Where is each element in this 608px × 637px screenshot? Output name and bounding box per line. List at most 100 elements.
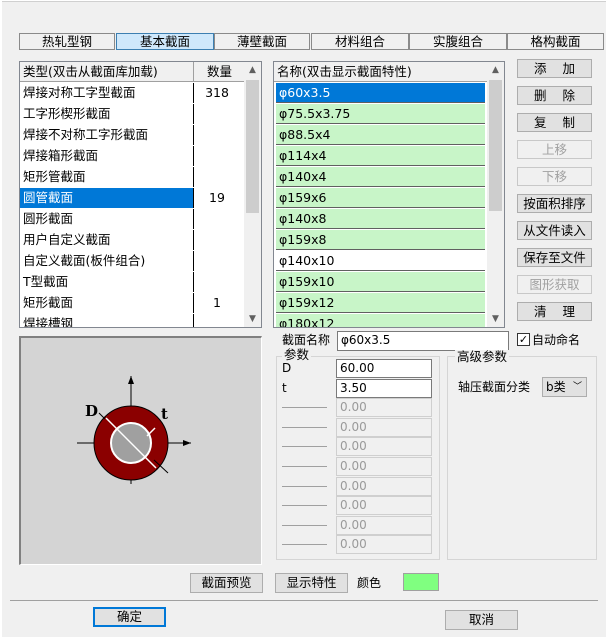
show-properties-button[interactable]: 显示特性 xyxy=(275,573,348,593)
type-list-row[interactable]: 矩形截面 1 xyxy=(20,293,244,313)
scroll-down-icon[interactable]: ▼ xyxy=(487,311,504,327)
type-name: T型截面 xyxy=(20,272,194,292)
type-count xyxy=(194,230,240,250)
window-top-edge xyxy=(0,0,608,2)
param-value-field[interactable]: 60.00 xyxy=(336,359,432,378)
section-name-row[interactable]: φ140x8 xyxy=(276,209,485,229)
delete-button[interactable]: 删 除 xyxy=(517,86,592,105)
cancel-button[interactable]: 取消 xyxy=(445,610,518,630)
tab-4[interactable]: 材料组合 xyxy=(311,33,409,50)
window-left-edge xyxy=(0,0,2,637)
param-value-field: 0.00 xyxy=(336,476,432,496)
type-list-row[interactable]: T型截面 xyxy=(20,272,244,292)
move-up-button[interactable]: 上移 xyxy=(517,140,592,159)
ok-button[interactable]: 确定 xyxy=(93,607,166,627)
tab-1[interactable]: 热轧型钢 xyxy=(19,33,115,50)
param-label: D xyxy=(282,361,292,375)
section-name-list[interactable]: 名称(双击显示截面特性) φ60x3.5 φ75.5x3.75 φ88.5x4 φ11… xyxy=(273,61,505,328)
scroll-down-icon[interactable]: ▼ xyxy=(244,311,261,327)
type-list-row[interactable]: 用户自定义截面 xyxy=(20,230,244,250)
type-name: 焊接不对称工字形截面 xyxy=(20,125,194,145)
type-name: 用户自定义截面 xyxy=(20,230,194,250)
section-name-row[interactable]: φ140x4 xyxy=(276,167,485,187)
clear-button[interactable]: 清 理 xyxy=(517,302,592,321)
param-value-field: 0.00 xyxy=(336,417,432,437)
type-list-row[interactable]: 工字形楔形截面 xyxy=(20,104,244,124)
scroll-thumb[interactable] xyxy=(246,80,259,213)
type-name: 圆管截面 xyxy=(20,188,194,208)
type-list-row[interactable]: 焊接槽钢 xyxy=(20,314,244,327)
section-name-row[interactable]: φ159x6 xyxy=(276,188,485,208)
param-value-field: 0.00 xyxy=(336,398,432,418)
param-value-field[interactable]: 3.50 xyxy=(336,378,432,398)
type-count xyxy=(194,251,240,271)
type-list-row[interactable]: 焊接不对称工字形截面 xyxy=(20,125,244,145)
color-swatch[interactable] xyxy=(403,573,439,591)
type-count xyxy=(194,209,240,229)
param-label-placeholder xyxy=(282,466,327,467)
auto-name-checkbox[interactable]: ✓ xyxy=(517,333,530,346)
section-preview-canvas[interactable]: D t xyxy=(19,336,262,565)
param-value-field: 0.00 xyxy=(336,515,432,535)
type-name: 焊接对称工字型截面 xyxy=(20,83,194,103)
auto-name-label: 自动命名 xyxy=(532,333,581,347)
section-name-row[interactable]: φ180x12 xyxy=(276,314,485,327)
name-list-scrollbar[interactable]: ▲ ▼ xyxy=(487,62,504,327)
type-list-row[interactable]: 焊接箱形截面 xyxy=(20,146,244,166)
section-name-row[interactable]: φ159x10 xyxy=(276,272,485,292)
type-count: 318 xyxy=(194,83,240,103)
param-label-placeholder xyxy=(282,426,327,428)
param-value-field: 0.00 xyxy=(336,457,432,476)
save-to-file-button[interactable]: 保存至文件 xyxy=(517,248,592,267)
section-name-field[interactable]: φ60x3.5 xyxy=(337,331,509,351)
section-name-row[interactable]: φ88.5x4 xyxy=(276,125,485,145)
type-list-scrollbar[interactable]: ▲ ▼ xyxy=(244,62,261,327)
type-count xyxy=(194,125,240,145)
type-list-row[interactable]: 焊接对称工字型截面 318 xyxy=(20,83,244,103)
type-name: 矩形截面 xyxy=(20,293,194,313)
section-name-row[interactable]: φ114x4 xyxy=(276,146,485,166)
graphic-capture-button[interactable]: 图形获取 xyxy=(517,275,592,294)
type-name: 自定义截面(板件组合) xyxy=(20,251,194,271)
section-name-row[interactable]: φ60x3.5 xyxy=(276,83,485,103)
param-label: t xyxy=(282,380,287,395)
tab-5[interactable]: 实腹组合 xyxy=(409,33,507,50)
count-column-header[interactable]: 数量 xyxy=(194,62,245,82)
scroll-up-icon[interactable]: ▲ xyxy=(487,62,504,78)
tab-2[interactable]: 基本截面 xyxy=(116,33,214,50)
scroll-thumb[interactable] xyxy=(489,80,502,211)
tab-6[interactable]: 格构截面 xyxy=(507,33,604,50)
axis-arrow-right-icon xyxy=(183,440,191,446)
type-list-row[interactable]: 自定义截面(板件组合) xyxy=(20,251,244,271)
name-column-header[interactable]: 名称(双击显示截面特性) xyxy=(274,62,487,82)
section-name-row[interactable]: φ159x12 xyxy=(276,293,485,313)
tab-3[interactable]: 薄壁截面 xyxy=(214,33,310,50)
axial-class-select[interactable]: b类 ﹀ xyxy=(542,377,587,397)
scroll-up-icon[interactable]: ▲ xyxy=(244,62,261,78)
read-from-file-button[interactable]: 从文件读入 xyxy=(517,221,592,240)
param-label-placeholder xyxy=(282,446,327,448)
type-column-header[interactable]: 类型(双击从截面库加载) xyxy=(20,62,194,82)
copy-button[interactable]: 复 制 xyxy=(517,113,592,132)
type-count: 1 xyxy=(194,293,240,313)
type-count xyxy=(194,104,240,124)
add-button[interactable]: 添 加 xyxy=(517,59,592,78)
type-list-row[interactable]: 圆形截面 xyxy=(20,209,244,229)
bottom-divider xyxy=(10,600,598,601)
move-down-button[interactable]: 下移 xyxy=(517,167,592,186)
type-count xyxy=(194,314,240,327)
sort-by-area-button[interactable]: 按面积排序 xyxy=(517,194,592,213)
section-name-row[interactable]: φ75.5x3.75 xyxy=(276,104,485,124)
type-name: 矩形管截面 xyxy=(20,167,194,187)
type-name: 工字形楔形截面 xyxy=(20,104,194,124)
type-list-row[interactable]: 圆管截面 19 xyxy=(20,188,244,208)
section-name-row[interactable]: φ159x8 xyxy=(276,230,485,250)
type-list-row[interactable]: 矩形管截面 xyxy=(20,167,244,187)
section-preview-button[interactable]: 截面预览 xyxy=(190,573,263,593)
color-label: 颜色 xyxy=(357,576,382,590)
type-count xyxy=(194,167,240,187)
type-name: 焊接箱形截面 xyxy=(20,146,194,166)
param-label-placeholder xyxy=(282,485,327,487)
section-name-row[interactable]: φ140x10 xyxy=(276,251,485,271)
section-type-list[interactable]: 类型(双击从截面库加载) 数量 焊接对称工字型截面 318 工字形楔形截面 焊接不对称… xyxy=(19,61,262,328)
